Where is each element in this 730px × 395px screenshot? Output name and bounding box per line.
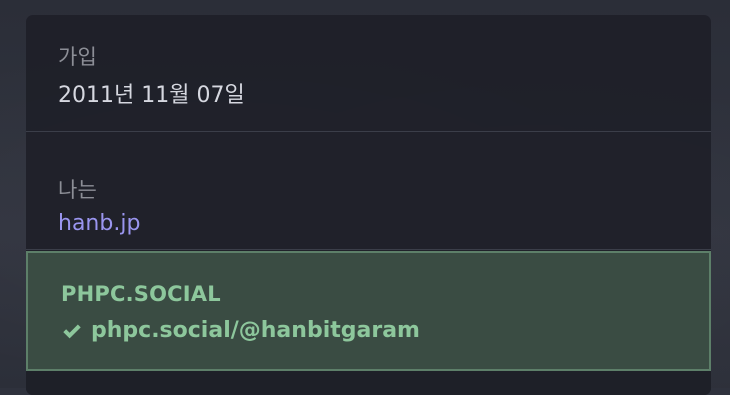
verified-link-row[interactable]: phpc.social/@hanbitgaram <box>61 318 420 343</box>
profile-fields-panel: 가입 2011년 11월 07일 나는 hanb.jp PHPC.SOCIAL … <box>26 15 711 395</box>
field-about-me-link[interactable]: hanb.jp <box>58 211 140 236</box>
field-verified-link[interactable]: phpc.social/@hanbitgaram <box>91 318 420 343</box>
field-joined: 가입 2011년 11월 07일 <box>26 15 711 132</box>
next-field-partial <box>26 371 711 395</box>
field-joined-label: 가입 <box>58 45 98 69</box>
check-icon <box>63 323 81 338</box>
field-joined-value: 2011년 11월 07일 <box>58 83 245 108</box>
field-about-me: 나는 hanb.jp <box>26 132 711 250</box>
field-verified: PHPC.SOCIAL phpc.social/@hanbitgaram <box>26 251 711 371</box>
field-verified-label: PHPC.SOCIAL <box>61 282 221 306</box>
field-about-me-label: 나는 <box>58 178 98 202</box>
